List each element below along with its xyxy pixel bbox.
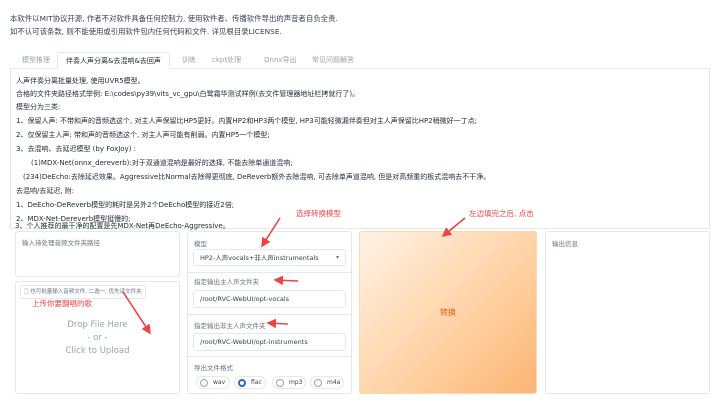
tab-bar: 模型推理 伴奏人声分离&去混响&去回声 训练 ckpt处理 Onnx导出 常见问… — [10, 52, 710, 69]
annotation-select-model: 选择转换模型 — [296, 209, 341, 218]
description-line: 1、DeEcho-DeReverb模型的耗时是另外2个DeEcho模型的接近2倍… — [16, 201, 235, 209]
input-dir-field[interactable] — [21, 251, 174, 271]
description-line: 人声伴奏分离批量处理, 使用UVR5模型。 — [16, 77, 145, 85]
annotation-after-fill: 左边填完之后, 点击 — [469, 209, 534, 218]
annotation-upload-song: 上传你要翻唱的歌 — [32, 299, 92, 308]
model-select[interactable]: HP2-人声vocals+非人声instrumentals ▾ — [193, 249, 346, 266]
click-to-upload-text: Click to Upload — [65, 346, 130, 356]
radio-circle — [276, 379, 284, 387]
radio-mp3[interactable]: mp3 — [272, 376, 306, 389]
description-panel: 人声伴奏分离批量处理, 使用UVR5模型。 合格的文件夹路径格式举例: E:\c… — [10, 69, 710, 229]
description-line: 3、去混响、去延迟模型 (by FoxJoy) : — [16, 145, 137, 153]
tab-inference[interactable]: 模型推理 — [14, 52, 58, 69]
description-line: 3、个人推荐的最干净的配置是先MDX-Net再DeEcho-Aggressive… — [15, 222, 230, 230]
convert-button-label: 转换 — [440, 308, 456, 317]
radio-wav-label: wav — [213, 379, 226, 386]
radio-circle — [314, 379, 322, 387]
vocal-dir-label: 指定输出主人声文件夹 — [194, 278, 259, 286]
upload-label-badge: 🗋 也可批量输入音频文件, 二选一, 优先读文件夹 — [20, 285, 146, 299]
instr-dir-field[interactable]: /root/RVC-WebUI/opt-instruments — [193, 333, 346, 351]
radio-mp3-label: mp3 — [289, 379, 303, 386]
output-info-label: 输出信息 — [552, 240, 578, 248]
radio-m4a[interactable]: m4a — [310, 376, 344, 389]
chevron-down-icon: ▾ — [335, 254, 339, 261]
divider — [188, 356, 351, 357]
export-format-label: 导出文件格式 — [194, 364, 233, 372]
input-dir-panel: 输入待处理音频文件夹路径 — [15, 231, 180, 277]
license-notice-line-1: 本软件以MIT协议开源, 作者不对软件具备任何控制力, 使用软件者、传播软件导出… — [10, 14, 338, 23]
tab-training[interactable]: 训练 — [174, 52, 204, 69]
tab-faq[interactable]: 常见问题解答 — [304, 52, 362, 69]
drop-file-text: Drop File Here — [67, 320, 128, 330]
radio-circle-selected — [238, 379, 246, 387]
radio-circle — [200, 379, 208, 387]
description-line: 2、仅保留主人声: 带和声的音频选这个, 对主人声可能有削弱。内置HP5一个模型… — [16, 131, 270, 139]
radio-wav[interactable]: wav — [196, 376, 230, 389]
tab-onnx-export[interactable]: Onnx导出 — [256, 52, 305, 69]
instr-dir-label: 指定输出非主人声文件夹 — [194, 322, 266, 330]
description-line: 去混响/去延迟, 附: — [16, 187, 75, 195]
drop-or-text: - or - — [87, 333, 108, 343]
tab-vocal-separation[interactable]: 伴奏人声分离&去混响&去回声 — [57, 52, 170, 69]
output-info-panel: 输出信息 — [545, 231, 710, 394]
tab-ckpt[interactable]: ckpt处理 — [204, 52, 249, 69]
radio-flac-label: flac — [251, 379, 262, 386]
divider — [188, 272, 351, 273]
description-line: (234)DeEcho:去除延迟效果。Aggressive比Normal去除得更… — [23, 173, 491, 181]
license-notice-line-2: 如不认可该条款, 则不能使用或引用软件包内任何代码和文件. 详见根目录LICEN… — [10, 27, 282, 36]
radio-flac[interactable]: flac — [234, 376, 266, 389]
output-info-textarea[interactable] — [551, 250, 704, 389]
vocal-dir-field[interactable]: /root/RVC-WebUI/opt-vocals — [193, 290, 346, 308]
settings-panel: 模型 HP2-人声vocals+非人声instrumentals ▾ 指定输出主… — [187, 231, 352, 394]
upload-label: 也可批量输入音频文件, 二选一, 优先读文件夹 — [30, 289, 142, 295]
model-select-value: HP2-人声vocals+非人声instrumentals — [200, 254, 319, 262]
description-line: 1、保留人声: 不带和声的音频选这个, 对主人声保留比HP5更好。内置HP2和H… — [16, 117, 477, 125]
description-line: 模型分为三类: — [16, 103, 61, 111]
input-dir-label: 输入待处理音频文件夹路径 — [22, 239, 100, 247]
file-icon: 🗋 — [24, 289, 29, 295]
description-line: (1)MDX-Net(onnx_dereverb):对于双通道混响是最好的选择,… — [31, 159, 293, 167]
model-label: 模型 — [194, 240, 207, 248]
divider — [188, 314, 351, 315]
description-line: 合格的文件夹路径格式举例: E:\codes\py39\vits_vc_gpu\… — [16, 90, 360, 98]
radio-m4a-label: m4a — [327, 379, 341, 386]
convert-button[interactable]: 转换 — [359, 231, 537, 394]
